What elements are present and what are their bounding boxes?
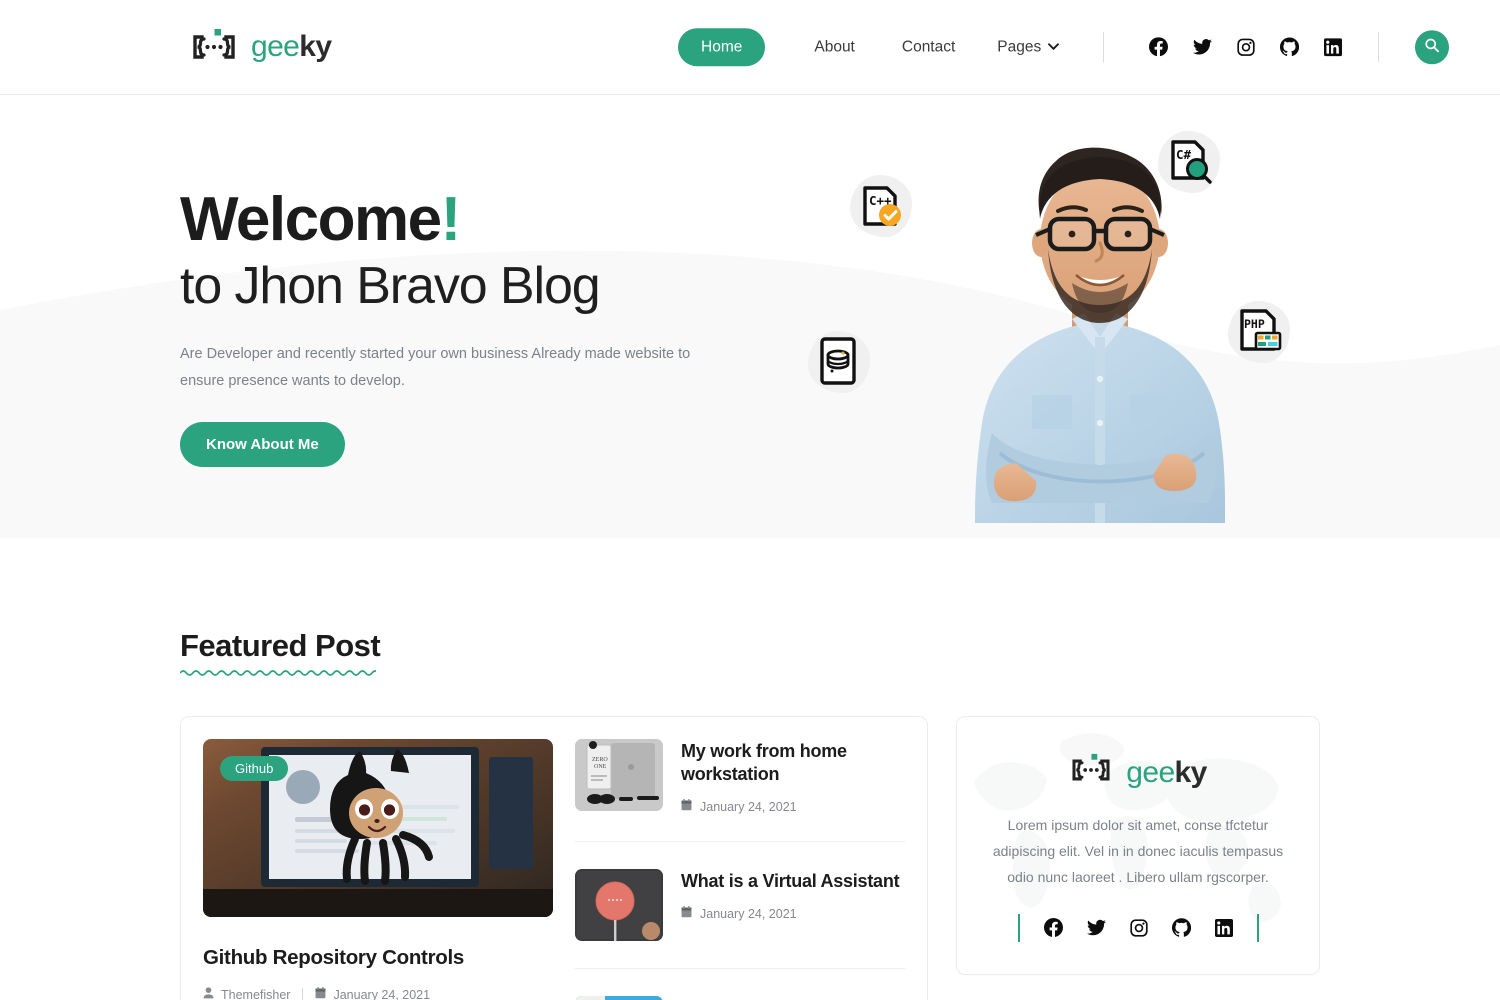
list-item[interactable]: ZERO ONE My work from home workstation J… — [575, 739, 905, 843]
hero-description: Are Developer and recently started your … — [180, 346, 691, 390]
featured-post-card: Github Github Repository Controls Themef… — [180, 716, 928, 1000]
post-date-text: January 24, 2021 — [333, 987, 431, 1000]
post-date-text: January 24, 2021 — [700, 799, 797, 814]
main-navigation: Home About Contact Pages — [678, 28, 1450, 66]
search-icon — [1424, 38, 1440, 57]
github-icon[interactable] — [1280, 37, 1300, 57]
post-date: January 24, 2021 — [681, 799, 905, 814]
calendar-icon — [315, 987, 326, 1000]
featured-post-image: Github — [203, 739, 553, 917]
hero-copy: Welcome! to Jhon Bravo Blog Are Develope… — [180, 188, 740, 468]
search-button[interactable] — [1415, 30, 1450, 64]
section-title: Featured Post — [180, 628, 381, 677]
svg-text:ONE: ONE — [594, 764, 607, 770]
code-brackets-icon — [190, 28, 238, 66]
linkedin-icon[interactable] — [1214, 918, 1233, 937]
svg-text:PHP: PHP — [1244, 317, 1265, 331]
twitter-icon[interactable] — [1193, 38, 1213, 57]
brand-name-light: gee — [251, 30, 300, 63]
post-author-name: Themefisher — [221, 987, 291, 1000]
header-social-links — [1149, 37, 1343, 57]
calendar-icon — [681, 906, 692, 921]
nav-item-home[interactable]: Home — [678, 28, 766, 66]
csharp-file-icon: C# — [1158, 131, 1220, 193]
list-item[interactable]: What you need to know January 24, 2021 — [575, 969, 905, 1000]
instagram-icon[interactable] — [1129, 919, 1148, 937]
wavy-underline — [180, 668, 380, 677]
know-about-me-button[interactable]: Know About Me — [180, 422, 345, 468]
nav-item-contact[interactable]: Contact — [902, 38, 955, 56]
featured-grid: Github Github Repository Controls Themef… — [180, 716, 1320, 1000]
nav-divider-right — [1378, 32, 1380, 62]
facebook-icon[interactable] — [1149, 37, 1169, 57]
chevron-down-icon — [1048, 43, 1060, 51]
svg-text:ZERO: ZERO — [592, 757, 608, 763]
hero-subtitle: to Jhon Bravo Blog — [180, 257, 601, 316]
virtual-assistant-photo — [575, 869, 663, 942]
brand-name: geeky — [251, 30, 332, 63]
twitter-icon[interactable] — [1086, 918, 1106, 937]
about-widget: geeky Lorem ipsum dolor sit amet, conse … — [956, 716, 1320, 975]
facebook-icon[interactable] — [1043, 918, 1063, 938]
widget-brand-light: gee — [1126, 755, 1175, 789]
workstation-photo: ZERO ONE — [575, 739, 663, 811]
post-title[interactable]: What is a Virtual Assistant — [681, 870, 905, 893]
about-widget-text: Lorem ipsum dolor sit amet, conse tfctet… — [992, 817, 1284, 885]
user-icon — [203, 987, 214, 1000]
php-file-icon: PHP — [1228, 301, 1290, 363]
calendar-icon — [681, 799, 692, 814]
post-date: January 24, 2021 — [681, 906, 905, 921]
widget-brand-name: geeky — [1126, 755, 1208, 789]
github-icon[interactable] — [1171, 918, 1191, 937]
nav-item-pages[interactable]: Pages — [997, 38, 1060, 56]
widget-brand: geeky — [987, 753, 1289, 792]
nav-item-pages-label: Pages — [997, 38, 1042, 55]
hero-illustration: C++ C# PHP — [808, 123, 1380, 538]
post-author: Themefisher — [203, 987, 290, 1000]
brand-logo[interactable]: geeky — [190, 28, 332, 66]
post-date: January 24, 2021 — [315, 987, 430, 1000]
post-thumbnail — [575, 869, 663, 942]
code-brackets-icon — [1069, 753, 1113, 792]
post-title[interactable]: My work from home workstation — [681, 740, 905, 786]
widget-brand-bold: ky — [1174, 755, 1208, 789]
database-file-icon — [808, 331, 870, 393]
featured-post-section: Featured Post Github Github Repository C… — [180, 538, 1320, 1000]
meta-separator — [302, 988, 304, 1000]
featured-post-title[interactable]: Github Repository Controls — [203, 946, 553, 970]
social-divider-right — [1256, 913, 1259, 942]
category-badge[interactable]: Github — [220, 756, 289, 781]
about-widget-socials — [987, 913, 1289, 942]
featured-main-post[interactable]: Github Github Repository Controls Themef… — [203, 739, 553, 1000]
brand-name-bold: ky — [299, 30, 332, 63]
post-thumbnail: ZERO ONE — [575, 739, 663, 811]
svg-text:C#: C# — [1176, 147, 1192, 162]
nav-item-about[interactable]: About — [814, 38, 855, 56]
section-title-text: Featured Post — [180, 628, 381, 663]
sidebar: geeky Lorem ipsum dolor sit amet, conse … — [956, 716, 1320, 1000]
hero-title: Welcome! — [180, 188, 740, 251]
site-header: geeky Home About Contact Pages — [0, 0, 1500, 95]
hero-title-exclamation: ! — [440, 185, 462, 254]
instagram-icon[interactable] — [1237, 38, 1255, 56]
list-item[interactable]: What is a Virtual Assistant January 24, … — [575, 842, 905, 970]
social-divider-left — [1017, 913, 1020, 942]
recent-posts-list: ZERO ONE My work from home workstation J… — [575, 739, 905, 1000]
linkedin-icon[interactable] — [1324, 38, 1343, 56]
cpp-file-icon: C++ — [850, 175, 912, 237]
hero-section: Welcome! to Jhon Bravo Blog Are Develope… — [0, 95, 1500, 538]
nav-divider-left — [1103, 32, 1105, 62]
featured-post-meta: Themefisher January 24, 2021 — [203, 987, 553, 1000]
hero-title-text: Welcome — [180, 185, 442, 254]
post-date-text: January 24, 2021 — [700, 906, 797, 921]
news-photo — [575, 996, 663, 1000]
post-thumbnail — [575, 996, 663, 1000]
